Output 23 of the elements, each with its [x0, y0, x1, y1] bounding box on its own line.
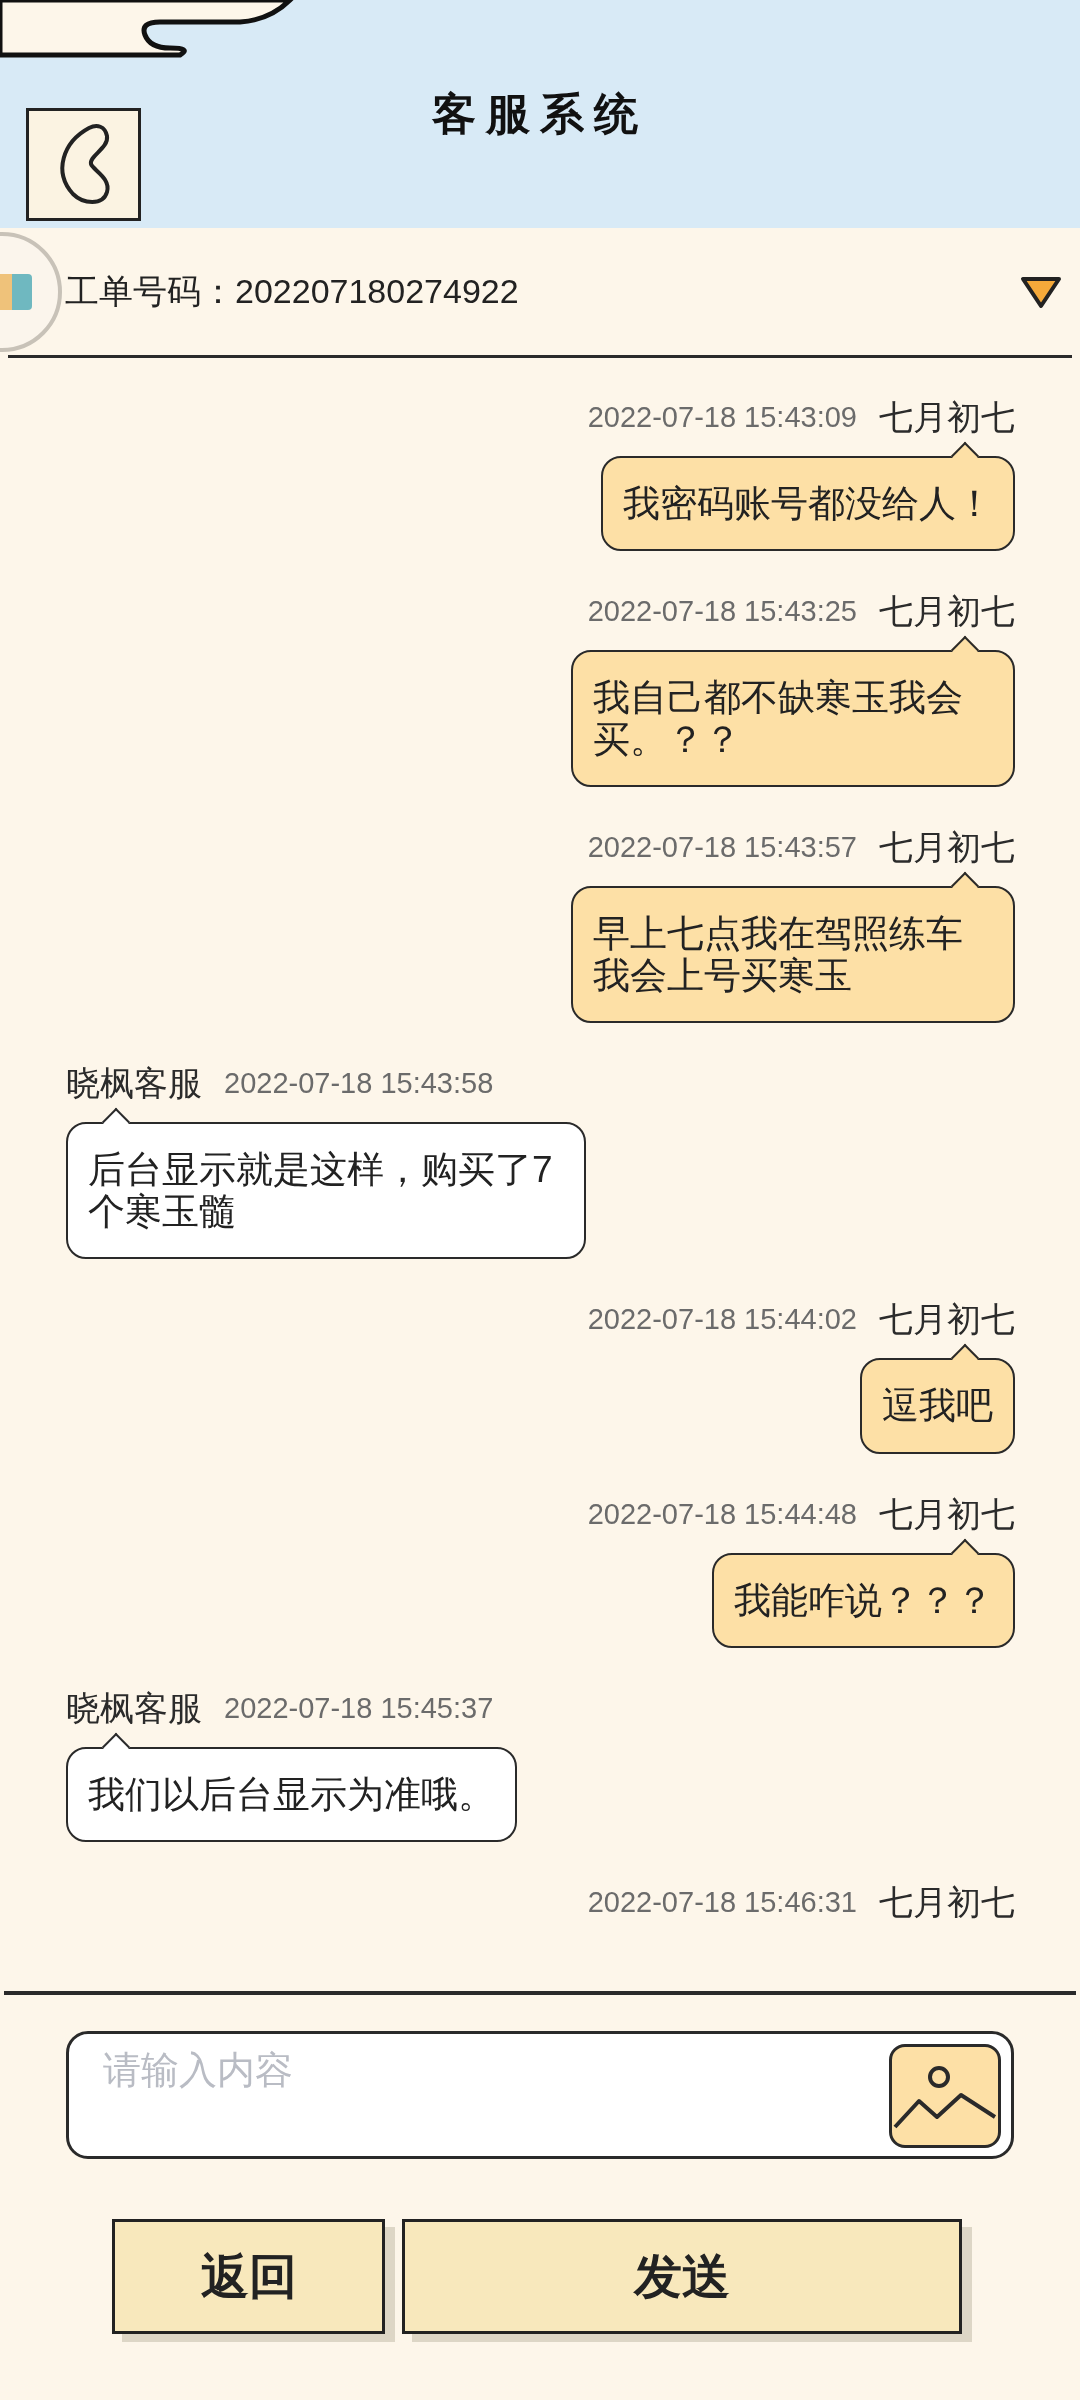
- image-upload-button[interactable]: [889, 2044, 1001, 2148]
- sender-name: 七月初七: [879, 827, 1015, 869]
- message-time: 2022-07-18 15:44:48: [587, 1496, 857, 1532]
- dropdown-triangle-icon[interactable]: [1020, 274, 1062, 309]
- message-time: 2022-07-18 15:43:09: [587, 400, 857, 435]
- sender-name: 晓枫客服: [66, 1063, 202, 1105]
- message-time: 2022-07-18 15:43:58: [224, 1066, 494, 1102]
- message-time: 2022-07-18 15:45:37: [224, 1690, 494, 1726]
- sender-name: 晓枫客服: [66, 1687, 202, 1729]
- message-time: 2022-07-18 15:46:31: [587, 1885, 857, 1921]
- message-field[interactable]: 请输入内容: [66, 2031, 1014, 2159]
- back-button[interactable]: [26, 108, 141, 221]
- message-time: 2022-07-18 15:43:25: [587, 594, 857, 630]
- message-time: 2022-07-18 15:43:57: [587, 830, 857, 866]
- sender-name: 七月初七: [879, 1882, 1015, 1924]
- sender-name: 七月初七: [879, 397, 1015, 438]
- sender-name: 七月初七: [879, 1299, 1015, 1341]
- message-time: 2022-07-18 15:44:02: [587, 1302, 857, 1338]
- sender-name: 七月初七: [879, 591, 1015, 633]
- message-input[interactable]: 请输入内容: [69, 2034, 889, 2156]
- sender-name: 七月初七: [879, 1493, 1015, 1535]
- page-title: 客服系统: [432, 87, 648, 141]
- ticket-number: 工单号码：202207180274922: [65, 271, 519, 312]
